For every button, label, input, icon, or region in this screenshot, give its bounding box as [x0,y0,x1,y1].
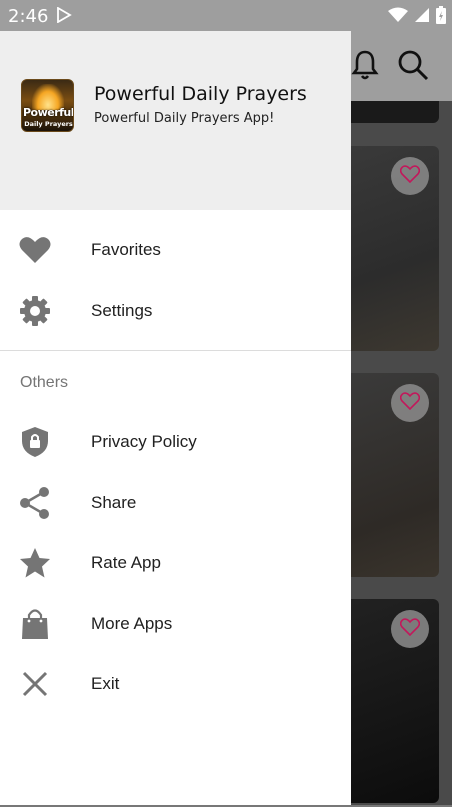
menu-item-share[interactable]: Share [0,473,351,533]
menu-item-rate-app[interactable]: Rate App [0,533,351,593]
heart-icon [19,234,51,266]
share-icon [19,487,51,519]
bell-icon[interactable] [351,49,379,86]
menu-item-favorites[interactable]: Favorites [0,220,351,280]
status-icons [388,6,446,29]
menu-label: More Apps [91,614,173,633]
divider [0,350,351,351]
status-bar: 2:46 [0,0,452,31]
section-title: Others [20,374,69,391]
play-store-icon [56,6,72,28]
navigation-drawer: Powerful Daily Prayers Powerful Daily Pr… [0,31,351,807]
menu-label: Exit [91,674,120,693]
favorite-button[interactable] [391,157,429,195]
heart-outline-icon [399,391,421,415]
menu-label: Rate App [91,553,161,572]
menu-label: Favorites [91,240,161,259]
status-time: 2:46 [8,6,49,27]
star-icon [19,547,51,579]
app-title: Powerful Daily Prayers [94,83,307,105]
logo-subtext: Daily Prayers [24,120,73,128]
signal-icon [414,7,430,28]
shield-lock-icon [19,426,51,458]
favorite-button[interactable] [391,610,429,648]
menu-label: Share [91,493,137,512]
menu-label: Privacy Policy [91,432,197,451]
gear-icon [19,295,51,327]
wifi-icon [388,7,408,28]
shopping-bag-icon [19,608,51,640]
logo-text: Powerful [22,106,74,119]
menu-item-privacy-policy[interactable]: Privacy Policy [0,412,351,472]
heart-outline-icon [399,617,421,641]
app-logo: Powerful Daily Prayers [21,79,74,132]
search-icon[interactable] [397,49,429,86]
menu-item-more-apps[interactable]: More Apps [0,594,351,654]
battery-icon [436,6,446,29]
menu-item-exit[interactable]: Exit [0,654,351,714]
close-icon [19,668,51,700]
favorite-button[interactable] [391,384,429,422]
app-subtitle: Powerful Daily Prayers App! [94,111,275,126]
heart-outline-icon [399,164,421,188]
menu-item-settings[interactable]: Settings [0,281,351,341]
drawer-header: Powerful Daily Prayers Powerful Daily Pr… [0,31,351,210]
menu-label: Settings [91,301,153,320]
